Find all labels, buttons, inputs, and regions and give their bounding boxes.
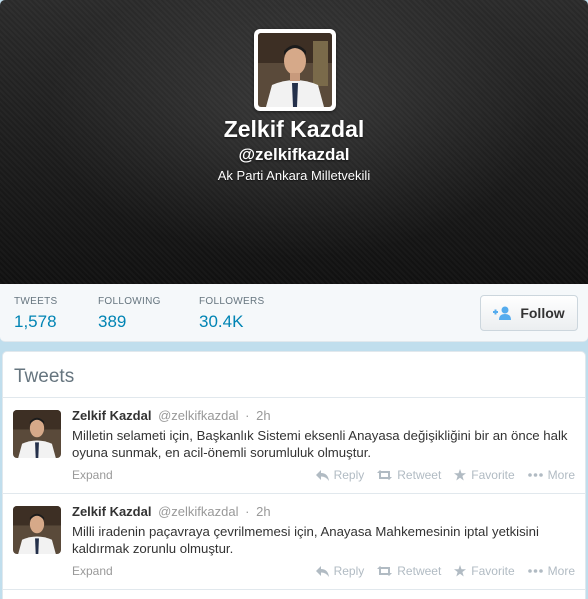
tweet-separator: · (245, 504, 250, 519)
stat-following-value: 389 (98, 312, 127, 331)
tweets-panel: Tweets Zelkif Kazdal @zelkifkazdal · 2h … (2, 351, 586, 599)
more-label: More (547, 468, 575, 482)
star-icon (454, 469, 467, 481)
more-button[interactable]: More (527, 468, 575, 482)
stat-followers-label: FOLLOWERS (199, 296, 265, 307)
reply-icon (315, 469, 329, 481)
tweet-header: Zelkif Kazdal @zelkifkazdal · 2h (72, 504, 271, 519)
reply-button[interactable]: Reply (315, 468, 365, 482)
reply-label: Reply (333, 468, 365, 482)
add-user-icon (493, 306, 513, 320)
tweet-text: Milletin selameti için, Başkanlık Sistem… (72, 428, 568, 460)
stat-followers-value: 30.4K (199, 312, 244, 331)
retweet-label: Retweet (397, 564, 442, 578)
tweet-avatar[interactable] (13, 410, 61, 458)
tweet-avatar-image (13, 506, 61, 554)
tweet-timestamp[interactable]: 2h (256, 504, 270, 519)
stat-tweets-label: TWEETS (14, 296, 58, 307)
tweet-expand-link[interactable]: Expand (72, 564, 113, 578)
more-button[interactable]: More (527, 564, 575, 578)
profile-bio: Ak Parti Ankara Milletvekili (217, 168, 371, 183)
more-dots-icon (527, 569, 543, 573)
favorite-button[interactable]: Favorite (454, 564, 515, 578)
star-icon (454, 565, 467, 577)
tweet-author-handle[interactable]: @zelkifkazdal (158, 408, 238, 423)
tweet-avatar-image (13, 410, 61, 458)
stat-tweets[interactable]: TWEETS 1,578 (14, 296, 57, 332)
profile-handle[interactable]: @zelkifkazdal (0, 145, 588, 165)
stat-following-label: FOLLOWING (98, 296, 161, 307)
tweet-author-handle[interactable]: @zelkifkazdal (158, 504, 238, 519)
reply-icon (315, 565, 329, 577)
profile-header: Zelkif Kazdal @zelkifkazdal Ak Parti Ank… (0, 0, 588, 284)
tweet-text: Milli iradenin paçavraya çevrilmemesi iç… (72, 524, 539, 556)
tweet-actions: Reply Retweet Favorite More (303, 564, 575, 578)
tweet-separator: · (245, 408, 250, 423)
stat-followers[interactable]: FOLLOWERS 30.4K (199, 296, 265, 332)
tweet-item[interactable]: Zelkif Kazdal @zelkifkazdal · 2h Milli i… (3, 494, 585, 590)
more-label: More (547, 564, 575, 578)
profile-name: Zelkif Kazdal (223, 116, 365, 142)
avatar-image (258, 33, 332, 107)
reply-button[interactable]: Reply (315, 564, 365, 578)
tweet-avatar[interactable] (13, 506, 61, 554)
retweet-icon (377, 470, 393, 480)
stat-following[interactable]: FOLLOWING 389 (98, 296, 161, 332)
profile-avatar[interactable] (254, 29, 336, 111)
more-dots-icon (527, 473, 543, 477)
retweet-label: Retweet (397, 468, 442, 482)
tweet-header: Zelkif Kazdal @zelkifkazdal · 2h (72, 408, 271, 423)
tweet-timestamp[interactable]: 2h (256, 408, 270, 423)
retweet-button[interactable]: Retweet (377, 468, 441, 482)
tweet-author-name[interactable]: Zelkif Kazdal (72, 504, 151, 519)
stat-tweets-value: 1,578 (14, 312, 57, 331)
tweet-item[interactable]: Zelkif Kazdal @zelkifkazdal · 2h Milleti… (3, 398, 585, 494)
retweet-button[interactable]: Retweet (377, 564, 441, 578)
reply-label: Reply (333, 564, 365, 578)
tweets-panel-title: Tweets (3, 352, 585, 398)
favorite-label: Favorite (471, 564, 515, 578)
follow-button[interactable]: Follow (480, 295, 578, 331)
favorite-label: Favorite (471, 468, 515, 482)
follow-button-label: Follow (520, 305, 565, 321)
tweet-author-name[interactable]: Zelkif Kazdal (72, 408, 151, 423)
retweet-icon (377, 566, 393, 576)
tweet-actions: Reply Retweet Favorite More (303, 468, 575, 482)
favorite-button[interactable]: Favorite (454, 468, 515, 482)
tweet-expand-link[interactable]: Expand (72, 468, 113, 482)
